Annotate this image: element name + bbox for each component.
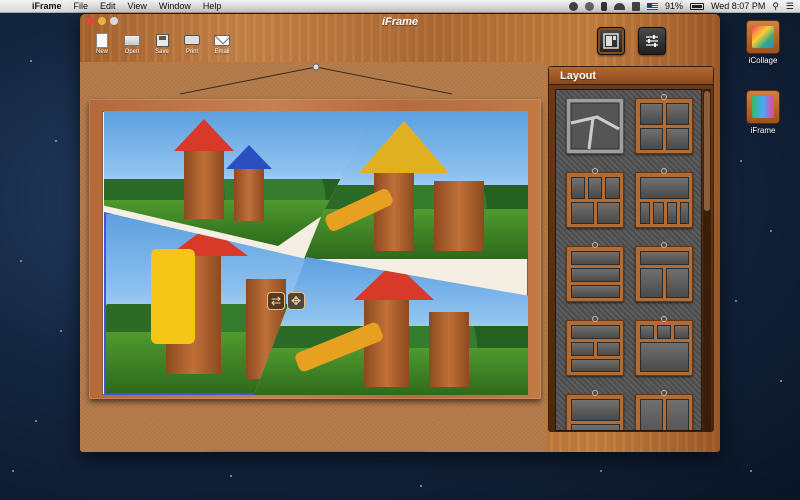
move-handle-icon[interactable]: ✥ <box>287 292 305 310</box>
toolbar-label: Open <box>124 49 140 55</box>
window-title: iFrame <box>381 16 419 28</box>
battery-percent[interactable]: 91% <box>665 1 683 11</box>
layout-thumbnail-2[interactable] <box>635 94 693 154</box>
print-button[interactable]: Print <box>180 32 204 55</box>
folder-icon <box>124 34 140 46</box>
menu-file[interactable]: File <box>68 0 95 13</box>
desktop-icon-label: iCollage <box>748 56 778 65</box>
menu-view[interactable]: View <box>122 0 153 13</box>
shield-icon[interactable] <box>568 1 578 11</box>
layout-list[interactable] <box>555 89 702 431</box>
envelope-icon <box>214 34 230 46</box>
photo-handles: ⇄ ✥ <box>267 292 305 310</box>
layout-thumbnail-10[interactable] <box>635 390 693 430</box>
battery-icon[interactable] <box>689 2 704 10</box>
layout-thumbnail-3[interactable] <box>566 168 624 228</box>
menu-help[interactable]: Help <box>197 0 228 13</box>
toolbar-label: Print <box>185 49 199 55</box>
iframe-window: iFrame New Open Save Print Email ⇄ ✥ Lay… <box>80 14 720 452</box>
layout-icon <box>603 33 619 49</box>
menubar-clock[interactable]: Wed 8:07 PM <box>711 1 765 11</box>
menu-app-name[interactable]: iFrame <box>26 0 68 13</box>
new-button[interactable]: New <box>90 32 114 55</box>
iframe-app-icon <box>746 90 780 124</box>
layout-thumbnail-5[interactable] <box>566 242 624 302</box>
layout-thumbnail-8[interactable] <box>635 316 693 376</box>
layout-thumbnail-9[interactable] <box>566 390 624 430</box>
save-button[interactable]: Save <box>150 32 174 55</box>
volume-icon[interactable] <box>631 1 640 11</box>
layout-thumbnail-7[interactable] <box>566 316 624 376</box>
desktop-icon-label: iFrame <box>750 126 776 135</box>
layout-thumbnail-1[interactable] <box>566 98 624 154</box>
layout-panel-title: Layout <box>549 67 713 85</box>
layout-panel: Layout <box>548 66 714 432</box>
us-flag-input-icon[interactable] <box>646 2 658 10</box>
desktop-icon-iframe[interactable]: iFrame <box>733 90 793 135</box>
layout-scrollbar[interactable] <box>703 89 711 431</box>
new-file-icon <box>96 32 108 48</box>
menu-window[interactable]: Window <box>153 0 197 13</box>
menu-edit[interactable]: Edit <box>94 0 122 13</box>
canvas-area: ⇄ ✥ ↩ ↪ 🗑 ⟳ ◈ ◧ ⬒ ↻ <box>80 62 546 452</box>
main-toolbar: New Open Save Print Email <box>90 32 234 55</box>
hanging-wire <box>179 63 453 95</box>
desktop-icon-icollage[interactable]: iCollage <box>733 20 793 65</box>
layout-thumbnail-6[interactable] <box>635 242 693 302</box>
adjustments-mode-button[interactable] <box>638 27 666 55</box>
email-button[interactable]: Email <box>210 32 234 55</box>
time-machine-icon[interactable] <box>584 1 594 11</box>
bluetooth-icon[interactable] <box>600 1 607 11</box>
toolbar-label: New <box>95 49 108 55</box>
wifi-icon[interactable] <box>613 2 625 10</box>
printer-icon <box>184 35 200 45</box>
spotlight-icon[interactable]: ⚲ <box>772 1 779 12</box>
menu-bar: iFrame File Edit View Window Help 91% We… <box>0 0 800 13</box>
toolbar-label: Email <box>214 49 230 55</box>
swap-handle-icon[interactable]: ⇄ <box>267 292 285 310</box>
icollage-app-icon <box>746 20 780 54</box>
open-button[interactable]: Open <box>120 32 144 55</box>
title-bar[interactable]: iFrame <box>80 14 720 28</box>
picture-frame[interactable]: ⇄ ✥ <box>89 99 541 399</box>
toolbar-label: Save <box>155 49 169 55</box>
layout-diagonal-icon <box>570 102 620 150</box>
floppy-icon <box>155 33 169 47</box>
sliders-icon <box>646 35 658 47</box>
layout-mode-button[interactable] <box>597 27 625 55</box>
layout-thumbnail-4[interactable] <box>635 168 693 228</box>
notification-icon[interactable]: ☰ <box>786 1 794 12</box>
scroll-thumb[interactable] <box>704 91 710 211</box>
